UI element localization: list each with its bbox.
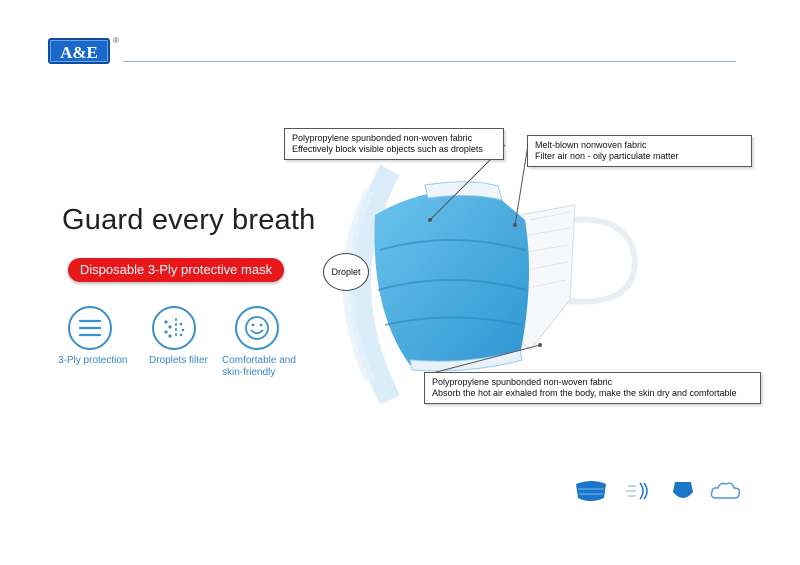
callout-inner-layer-title: Polypropylene spunbonded non-woven fabri… bbox=[432, 377, 613, 387]
mini-shield-icon bbox=[663, 478, 703, 509]
callout-middle-layer-title: Melt-blown nonwoven fabric bbox=[535, 140, 647, 150]
mini-cloud-icon bbox=[706, 478, 746, 509]
callout-inner-layer: Polypropylene spunbonded non-woven fabri… bbox=[424, 372, 761, 404]
mini-mask-icon bbox=[572, 478, 612, 509]
callout-outer-layer-desc: Effectively block visible objects such a… bbox=[292, 144, 483, 154]
callout-middle-layer: Melt-blown nonwoven fabric Filter air no… bbox=[527, 135, 752, 167]
callout-inner-layer-desc: Absorb the hot air exhaled from the body… bbox=[432, 388, 737, 398]
callout-middle-layer-desc: Filter air non - oily particulate matter bbox=[535, 151, 679, 161]
mini-airflow-icon bbox=[620, 478, 660, 509]
droplet-bubble: Droplet bbox=[323, 253, 369, 291]
callout-outer-layer-title: Polypropylene spunbonded non-woven fabri… bbox=[292, 133, 473, 143]
callout-outer-layer: Polypropylene spunbonded non-woven fabri… bbox=[284, 128, 504, 160]
